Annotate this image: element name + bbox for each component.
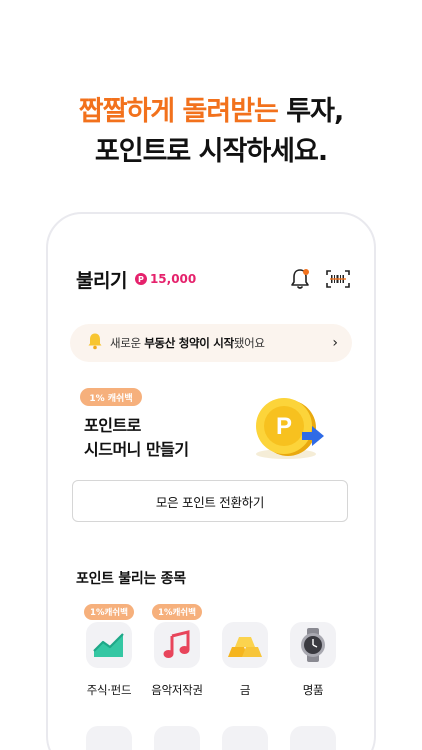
notice-suffix: 됐어요 bbox=[233, 336, 265, 350]
promo-title: 포인트로 시드머니 만들기 bbox=[84, 414, 189, 462]
cashback-badge: 1% 캐쉬백 bbox=[80, 388, 142, 406]
cashback-badge: 1%캐쉬백 bbox=[152, 604, 202, 620]
item-luxury[interactable]: 명품 bbox=[283, 622, 343, 698]
notice-highlight: 부동산 청약이 시작 bbox=[144, 336, 234, 350]
item-tile-partial[interactable] bbox=[290, 726, 336, 750]
stock-chart-icon bbox=[86, 622, 132, 668]
phone-frame: 불리기 P 15,000 새로운 부동산 청약이 시작됐어요 › 1% 캐쉬백 … bbox=[46, 212, 376, 750]
item-stocks-funds[interactable]: 1%캐쉬백 주식·펀드 bbox=[79, 604, 139, 698]
cashback-badge: 1%캐쉬백 bbox=[84, 604, 134, 620]
app-header: 불리기 P 15,000 bbox=[76, 264, 350, 294]
headline-accent: 짭짤하게 돌려받는 bbox=[78, 96, 279, 127]
item-label: 음악저작권 bbox=[151, 683, 203, 697]
headline-line-1: 짭짤하게 돌려받는 투자, bbox=[0, 92, 422, 132]
bell-icon[interactable] bbox=[288, 267, 312, 291]
point-coin-icon: P bbox=[246, 390, 336, 464]
promo-headline: 짭짤하게 돌려받는 투자, 포인트로 시작하세요. bbox=[0, 92, 422, 172]
point-value: 15,000 bbox=[149, 272, 197, 286]
point-balance: P 15,000 bbox=[134, 272, 197, 286]
item-tile-partial[interactable] bbox=[222, 726, 268, 750]
item-gold[interactable]: 금 bbox=[215, 622, 275, 698]
watch-icon bbox=[290, 622, 336, 668]
item-label: 금 bbox=[239, 683, 251, 697]
gold-bar-icon bbox=[222, 622, 268, 668]
notice-prefix: 새로운 bbox=[110, 336, 145, 350]
notice-text: 새로운 부동산 청약이 시작됐어요 bbox=[110, 335, 265, 351]
notice-banner[interactable]: 새로운 부동산 청약이 시작됐어요 › bbox=[70, 324, 352, 362]
point-icon: P bbox=[134, 273, 147, 285]
headline-line-2: 포인트로 시작하세요. bbox=[94, 136, 328, 167]
item-label: 주식·펀드 bbox=[86, 683, 132, 697]
coin-letter: P bbox=[276, 413, 292, 440]
promo-title-line-2: 시드머니 만들기 bbox=[84, 440, 189, 459]
item-music-copyright[interactable]: 1%캐쉬백 음악저작권 bbox=[147, 604, 207, 698]
chevron-right-icon: › bbox=[332, 335, 338, 351]
music-note-icon bbox=[154, 622, 200, 668]
item-tile-partial[interactable] bbox=[154, 726, 200, 750]
page-title: 불리기 bbox=[76, 269, 127, 292]
item-label: 명품 bbox=[302, 683, 324, 697]
promo-title-line-1: 포인트로 bbox=[84, 416, 141, 435]
headline-rest: 투자, bbox=[277, 96, 344, 127]
item-tile-partial[interactable] bbox=[86, 726, 132, 750]
convert-points-button[interactable]: 모은 포인트 전환하기 bbox=[72, 480, 348, 522]
bell-icon bbox=[86, 332, 104, 354]
barcode-scan-icon[interactable] bbox=[326, 267, 350, 291]
section-title: 포인트 불리는 종목 bbox=[76, 571, 186, 587]
